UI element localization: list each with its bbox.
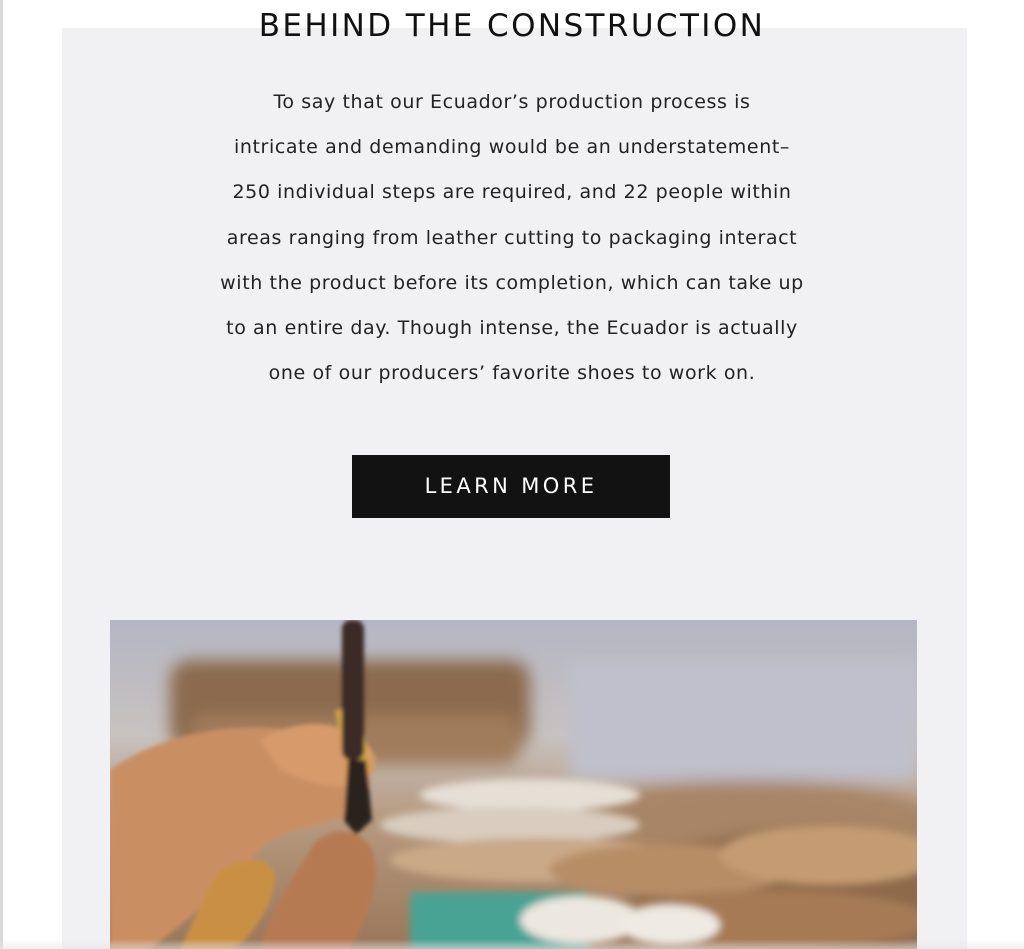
paragraph-line: one of our producers’ favorite shoes to … bbox=[268, 362, 756, 385]
section-paragraph: To say that our Ecuador’s production pro… bbox=[150, 80, 874, 396]
email-page: BEHIND THE CONSTRUCTION To say that our … bbox=[0, 0, 1024, 949]
paragraph-line: 250 individual steps are required, and 2… bbox=[232, 181, 792, 204]
bottom-edge-shadow bbox=[0, 939, 1024, 949]
paragraph-line: To say that our Ecuador’s production pro… bbox=[273, 91, 751, 113]
leather-crafting-photo bbox=[110, 620, 917, 949]
learn-more-button[interactable]: LEARN MORE bbox=[352, 455, 670, 518]
left-border-divider bbox=[0, 0, 3, 949]
paragraph-line: areas ranging from leather cutting to pa… bbox=[226, 226, 798, 249]
paragraph-line: intricate and demanding would be an unde… bbox=[233, 136, 790, 159]
paragraph-line: to an entire day. Though intense, the Ec… bbox=[226, 317, 798, 340]
section-heading: BEHIND THE CONSTRUCTION bbox=[258, 8, 766, 44]
paragraph-line: with the product before its completion, … bbox=[220, 271, 804, 294]
leather-crafting-illustration bbox=[110, 620, 917, 949]
